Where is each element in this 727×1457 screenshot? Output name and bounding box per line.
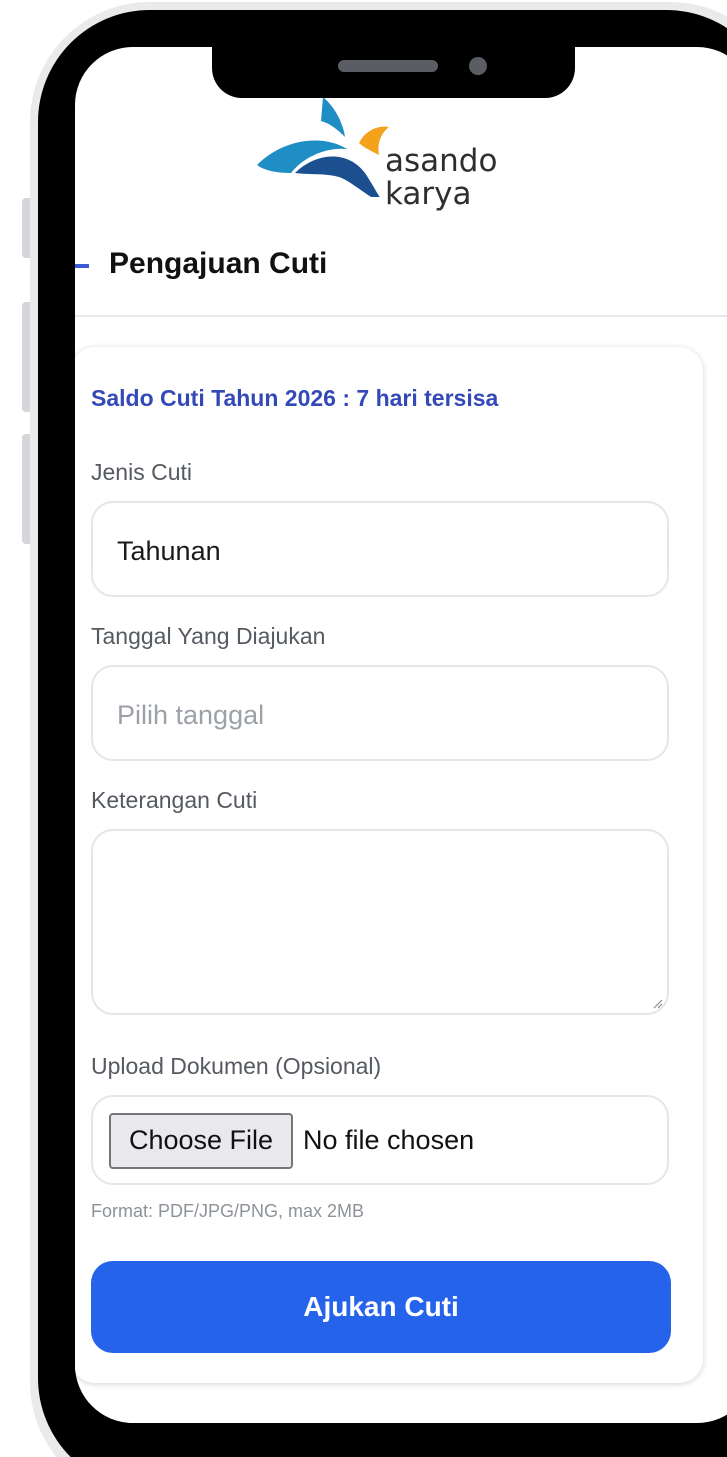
leave-form-card: Saldo Cuti Tahun 2026 : 7 hari tersisa J… (75, 347, 703, 1383)
logo-text: asando karya (385, 145, 497, 211)
logo-text-line1: asando (385, 143, 498, 179)
resize-grip-icon[interactable] (651, 997, 663, 1009)
page-header: Pengajuan Cuti (75, 237, 727, 317)
front-camera (469, 57, 487, 75)
upload-label: Upload Dokumen (Opsional) (91, 1053, 382, 1079)
description-label: Keterangan Cuti (91, 787, 258, 813)
choose-file-button[interactable]: Choose File (109, 1113, 293, 1169)
file-upload-field[interactable]: Choose File No file chosen (91, 1095, 669, 1185)
phone-notch (212, 40, 575, 98)
leave-balance-text: Saldo Cuti Tahun 2026 : 7 hari tersisa (91, 385, 499, 411)
phone-screen: asando karya Pengajuan Cuti Saldo Cuti T… (75, 47, 727, 1423)
date-placeholder: Pilih tanggal (117, 700, 265, 730)
date-label: Tanggal Yang Diajukan (91, 623, 326, 649)
date-picker-input[interactable]: Pilih tanggal (91, 665, 669, 761)
upload-format-hint: Format: PDF/JPG/PNG, max 2MB (91, 1201, 365, 1221)
logo-text-line2: karya (385, 176, 472, 212)
leave-type-select[interactable]: Tahunan (91, 501, 669, 597)
description-textarea[interactable] (91, 829, 669, 1015)
minus-icon[interactable] (75, 264, 89, 268)
leave-type-label: Jenis Cuti (91, 459, 192, 485)
submit-leave-button[interactable]: Ajukan Cuti (91, 1261, 671, 1353)
speaker-grille (338, 60, 438, 72)
page-title: Pengajuan Cuti (109, 247, 328, 280)
file-status-text: No file chosen (303, 1125, 475, 1155)
device-stage: asando karya Pengajuan Cuti Saldo Cuti T… (0, 0, 727, 1457)
leave-type-value: Tahunan (117, 536, 221, 566)
